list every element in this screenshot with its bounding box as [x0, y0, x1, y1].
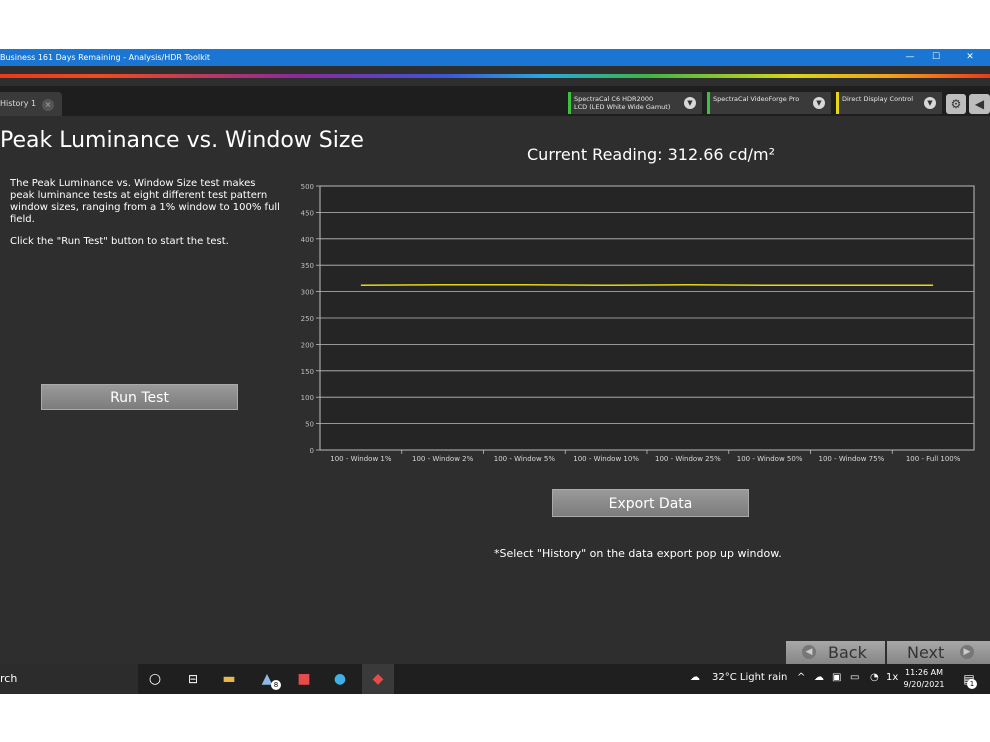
edge-icon[interactable]: ●: [331, 670, 349, 688]
chevron-up-icon[interactable]: ^: [797, 672, 805, 683]
display-control-selector[interactable]: Direct Display Control ▼: [836, 92, 942, 114]
clock[interactable]: 11:26 AM 9/20/2021: [898, 667, 950, 691]
network-icon[interactable]: ◔: [870, 672, 879, 683]
meter-selector[interactable]: SpectraCal C6 HDR2000 LCD (LED White Wide…: [568, 92, 702, 114]
tab-label: History 1: [0, 99, 37, 108]
next-button[interactable]: Next ▶: [887, 641, 990, 664]
x-tick-label: 100 - Window 1%: [330, 455, 392, 463]
cortana-icon[interactable]: ○: [146, 670, 164, 688]
gear-icon[interactable]: ⚙: [946, 94, 966, 114]
file-explorer-icon[interactable]: ▬: [220, 670, 238, 688]
rainbow-stripe: [0, 74, 990, 78]
y-tick-label: 350: [301, 262, 314, 270]
y-tick-label: 100: [301, 394, 314, 402]
minimize-button[interactable]: —: [898, 49, 922, 66]
generator-name: SpectraCal VideoForge Pro: [713, 95, 800, 103]
tab-bar: History 1 × SpectraCal C6 HDR2000 LCD (LE…: [0, 86, 990, 116]
generator-selector[interactable]: SpectraCal VideoForge Pro ▼: [707, 92, 831, 114]
x-tick-label: 100 - Full 100%: [906, 455, 961, 463]
language-indicator[interactable]: 1x: [886, 672, 898, 683]
arrow-left-icon[interactable]: ◀: [969, 94, 990, 114]
description-paragraph: Click the "Run Test" button to start the…: [10, 236, 229, 247]
next-label: Next: [907, 643, 945, 662]
onedrive-icon[interactable]: ☁: [814, 672, 824, 683]
back-icon: ◀: [802, 645, 816, 659]
window-title-bar: Business 161 Days Remaining - Analysis/H…: [0, 49, 990, 66]
generator-status-bar: [707, 92, 710, 114]
calman-app-icon[interactable]: ◆: [362, 664, 394, 694]
x-tick-label: 100 - Window 10%: [573, 455, 639, 463]
current-reading: Current Reading: 312.66 cd/m²: [527, 145, 776, 164]
y-tick-label: 400: [301, 236, 314, 244]
close-button[interactable]: ✕: [958, 49, 982, 66]
x-tick-label: 100 - Window 50%: [737, 455, 803, 463]
store-badge: 8: [271, 680, 281, 690]
x-tick-label: 100 - Window 2%: [412, 455, 474, 463]
battery-icon[interactable]: ▭: [850, 672, 859, 683]
chevron-down-icon[interactable]: ▼: [684, 97, 696, 109]
window-title: Business 161 Days Remaining - Analysis/H…: [0, 53, 211, 62]
time: 11:26 AM: [905, 668, 943, 677]
x-tick-label: 100 - Window 25%: [655, 455, 721, 463]
run-test-button[interactable]: Run Test: [41, 384, 238, 410]
y-tick-label: 200: [301, 341, 314, 349]
y-tick-label: 50: [305, 421, 314, 429]
maximize-button[interactable]: ☐: [924, 49, 948, 66]
weather-text[interactable]: 32°C Light rain: [712, 672, 787, 683]
luminance-chart: 0 50 100 150 200 250 300 350 400 450 500 100 - Wind…: [301, 183, 975, 463]
series-line: [360, 283, 934, 287]
y-tick-label: 500: [301, 183, 314, 191]
page-title: Peak Luminance vs. Window Size: [0, 128, 364, 153]
test-description: The Peak Luminance vs. Window Size test …: [10, 178, 280, 258]
task-view-icon[interactable]: ⊟: [184, 670, 202, 688]
app-window: History 1 × SpectraCal C6 HDR2000 LCD (LE…: [0, 66, 990, 664]
tab-close-icon[interactable]: ×: [42, 99, 54, 111]
x-tick-label: 100 - Window 5%: [494, 455, 556, 463]
back-label: Back: [828, 643, 867, 662]
export-note: *Select "History" on the data export pop…: [494, 547, 782, 560]
tab-history-1[interactable]: History 1 ×: [0, 92, 62, 116]
meter-name: SpectraCal C6 HDR2000 LCD (LED White Wide…: [574, 95, 671, 111]
y-tick-label: 150: [301, 368, 314, 376]
chevron-down-icon[interactable]: ▼: [813, 97, 825, 109]
meet-now-icon[interactable]: ▣: [832, 672, 841, 683]
back-button[interactable]: ◀ Back: [786, 641, 885, 664]
chevron-down-icon[interactable]: ▼: [924, 97, 936, 109]
date: 9/20/2021: [903, 680, 945, 689]
top-margin: [0, 0, 990, 49]
notification-badge: 1: [967, 679, 977, 689]
meter-status-bar: [568, 92, 571, 114]
y-tick-label: 450: [301, 209, 314, 217]
y-tick-label: 250: [301, 315, 314, 323]
next-icon: ▶: [960, 645, 974, 659]
x-tick-label: 100 - Window 75%: [819, 455, 885, 463]
search-box[interactable]: rch: [0, 664, 138, 694]
windows-taskbar: rch ○ ⊟ ▬ ▲ 8 ■ ● ◆ ☁ 32°C Light rain ^ …: [0, 664, 990, 694]
bottom-margin: [0, 694, 990, 742]
display-status-bar: [836, 92, 839, 114]
description-paragraph: The Peak Luminance vs. Window Size test …: [10, 178, 280, 225]
gift-icon[interactable]: ■: [295, 670, 313, 688]
y-tick-label: 0: [310, 447, 314, 455]
weather-icon[interactable]: ☁: [690, 672, 700, 683]
y-tick-label: 300: [301, 289, 314, 297]
export-data-button[interactable]: Export Data: [552, 489, 749, 517]
